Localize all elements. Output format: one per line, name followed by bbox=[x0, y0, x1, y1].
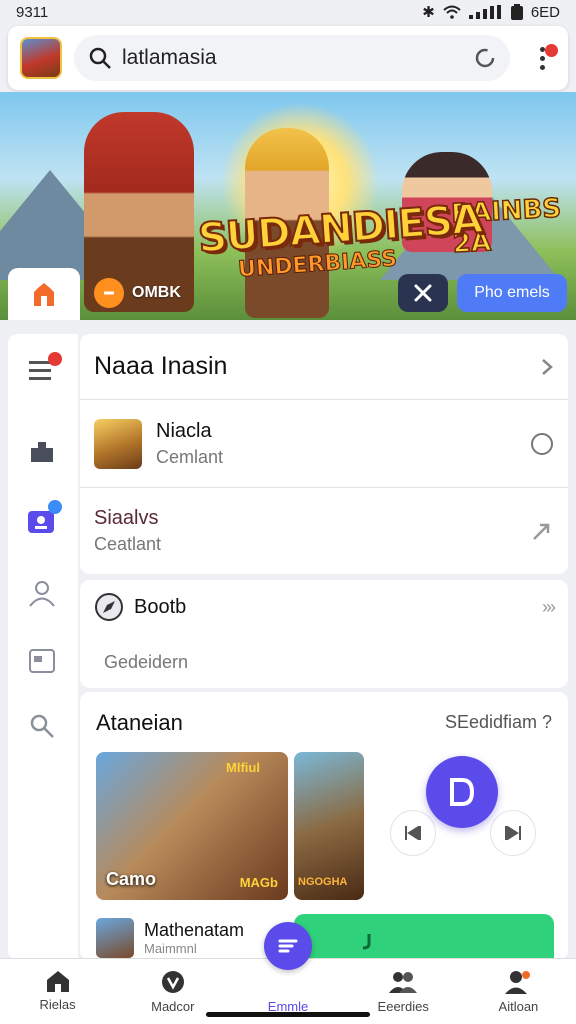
notification-dot bbox=[545, 44, 558, 57]
share-arrow-icon[interactable] bbox=[530, 519, 554, 543]
nav-label: Eeerdies bbox=[377, 999, 429, 1014]
nav-label: Aitloan bbox=[498, 999, 539, 1014]
more-arrows-icon[interactable]: ››› bbox=[542, 597, 556, 618]
boost-title: Bootb bbox=[134, 595, 187, 618]
banner-chip[interactable]: OMBK bbox=[90, 276, 191, 310]
status-bar: 9311 ✱ 6ED bbox=[0, 0, 576, 24]
item-text: Siaalvs Ceatlant bbox=[94, 507, 530, 555]
more-menu-button[interactable] bbox=[528, 38, 558, 78]
item-title: Niacla bbox=[156, 419, 212, 442]
status-icons: ✱ 6ED bbox=[422, 3, 560, 22]
tile-badge: Mlfiul bbox=[226, 760, 260, 775]
search-input[interactable]: latlamasia bbox=[122, 46, 474, 70]
search-bar[interactable]: latlamasia bbox=[74, 35, 510, 81]
list-item[interactable]: Niacla Cemlant bbox=[80, 400, 568, 488]
battery-text: 6ED bbox=[530, 3, 560, 21]
radio-icon[interactable] bbox=[530, 432, 554, 456]
fire-icon bbox=[94, 278, 124, 308]
folder-icon bbox=[29, 649, 55, 673]
boost-row: Bootb ››› bbox=[94, 592, 556, 622]
side-rail bbox=[8, 334, 78, 960]
chat-icon bbox=[278, 939, 298, 953]
boost-subtitle: Gedeidern bbox=[104, 652, 189, 672]
next-button[interactable] bbox=[490, 810, 536, 856]
phone-icon bbox=[362, 934, 371, 950]
rail-folder[interactable] bbox=[22, 640, 62, 680]
rail-search[interactable] bbox=[22, 706, 62, 746]
play-button[interactable] bbox=[426, 756, 498, 828]
menu-badge bbox=[48, 352, 62, 366]
footer-text: Mathenatam Maimmnl bbox=[144, 920, 244, 956]
boost-card[interactable]: Bootb ››› Gedeidern bbox=[80, 580, 568, 688]
nav-label: Madcor bbox=[151, 999, 195, 1014]
skip-forward-icon bbox=[505, 826, 521, 840]
item-text: Niacla Cemlant bbox=[156, 420, 530, 468]
nav-item-profile[interactable]: Aitloan bbox=[461, 959, 576, 1024]
menu-button[interactable] bbox=[22, 350, 62, 390]
footer-title: Mathenatam bbox=[144, 920, 245, 940]
profile-icon bbox=[505, 971, 531, 994]
channel-list-card: Naaa Inasin Niacla Cemlant Siaalvs Ceatl… bbox=[80, 334, 568, 574]
castle-icon bbox=[34, 283, 54, 306]
play-icon bbox=[450, 778, 475, 806]
status-time: 9311 bbox=[16, 3, 49, 21]
tools-icon bbox=[414, 284, 432, 302]
wifi-icon bbox=[443, 5, 461, 19]
home-indicator bbox=[206, 1012, 370, 1017]
home-icon bbox=[46, 971, 69, 992]
item-title: Siaalvs bbox=[94, 507, 159, 529]
search-icon bbox=[89, 47, 111, 69]
tile-label: NGOGHA bbox=[298, 876, 348, 888]
media-tile-main[interactable]: Mlfiul Camo MAGb bbox=[96, 752, 288, 900]
tools-button[interactable] bbox=[398, 274, 448, 312]
chat-fab[interactable] bbox=[264, 922, 312, 970]
item-subtitle: Cemlant bbox=[156, 446, 224, 467]
search-icon bbox=[30, 714, 54, 738]
previous-button[interactable] bbox=[390, 810, 436, 856]
banner-pill-button[interactable]: Pho emels bbox=[457, 274, 567, 312]
banner-chip-label: OMBK bbox=[132, 284, 181, 301]
green-action-button[interactable] bbox=[294, 914, 554, 960]
battery-icon bbox=[510, 4, 523, 20]
compass-icon bbox=[95, 593, 123, 621]
media-link[interactable]: SEedidfiam ? bbox=[445, 712, 552, 733]
signal-icon bbox=[468, 5, 501, 19]
app-root: 9311 ✱ 6ED latlamasia BAINBS 2A SUDANDIE bbox=[0, 0, 576, 1024]
item-subtitle: Ceatlant bbox=[94, 534, 162, 554]
search-header: latlamasia bbox=[8, 26, 568, 90]
bluetooth-icon: ✱ bbox=[422, 4, 435, 21]
media-card: Ataneian SEedidfiam ? Mlfiul Camo MAGb N… bbox=[80, 692, 568, 960]
rail-groups[interactable] bbox=[22, 574, 62, 614]
skip-back-icon bbox=[405, 826, 421, 840]
list-header-title: Naaa Inasin bbox=[94, 352, 228, 380]
nav-label: Rielas bbox=[39, 997, 76, 1012]
loading-icon bbox=[475, 48, 495, 68]
home-tab-button[interactable] bbox=[8, 268, 80, 320]
list-header[interactable]: Naaa Inasin bbox=[80, 334, 568, 400]
chevron-right-icon bbox=[542, 358, 553, 375]
tile-tag: MAGb bbox=[239, 875, 278, 890]
nav-item-home[interactable]: Rielas bbox=[0, 959, 115, 1024]
users-badge bbox=[48, 500, 62, 514]
friends-icon bbox=[389, 972, 418, 993]
tile-label: Camo bbox=[106, 869, 157, 889]
list-item[interactable]: Siaalvs Ceatlant bbox=[80, 488, 568, 574]
rail-inbox[interactable] bbox=[22, 430, 62, 470]
shield-icon bbox=[161, 971, 184, 993]
group-icon bbox=[29, 581, 55, 607]
footer-thumbnail bbox=[96, 918, 134, 958]
media-tile-side[interactable]: NGOGHA bbox=[294, 752, 364, 900]
media-title: Ataneian bbox=[96, 710, 183, 735]
rail-users[interactable] bbox=[22, 500, 62, 540]
inbox-icon bbox=[31, 442, 53, 462]
footer-subtitle: Maimmnl bbox=[144, 941, 197, 956]
user-avatar[interactable] bbox=[20, 37, 62, 79]
item-thumbnail bbox=[94, 418, 142, 469]
